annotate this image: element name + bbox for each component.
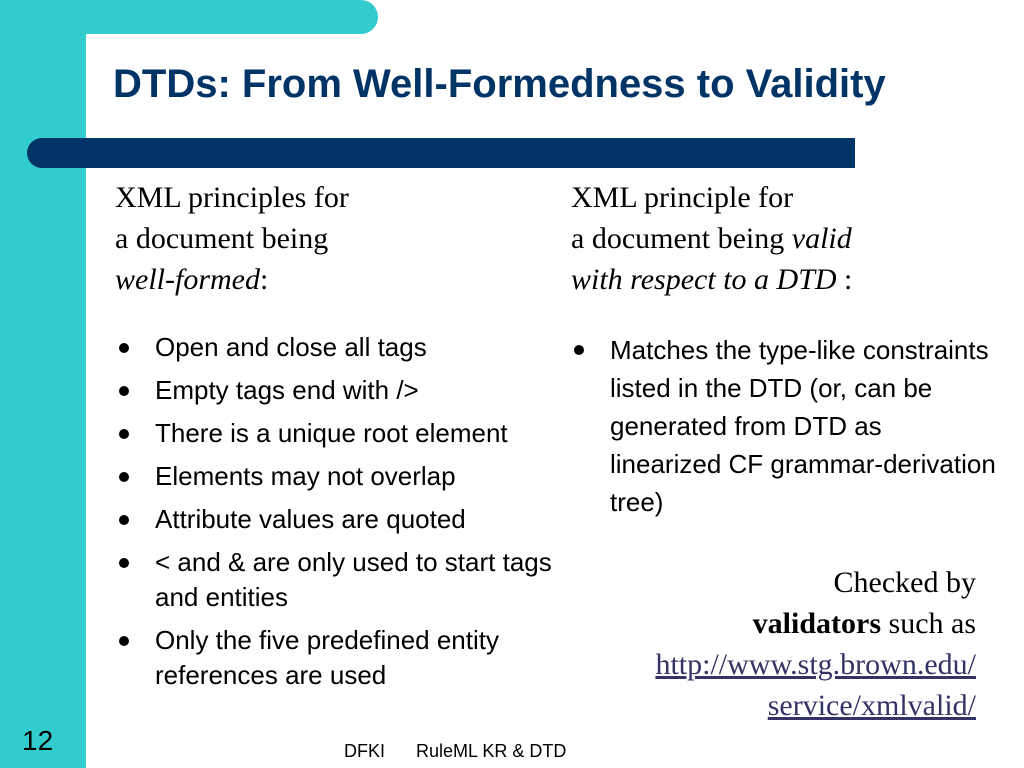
bullet-dot-icon (119, 343, 129, 353)
list-item: < and & are only used to start tags and … (119, 545, 555, 615)
well-formed-bullet-list: Open and close all tags Empty tags end w… (119, 330, 555, 701)
right-heading-tail: : (836, 263, 853, 296)
title-rule-bar (27, 138, 855, 168)
left-column-heading: XML principles for a document being well… (115, 177, 349, 300)
right-column-heading: XML principle for a document being valid… (571, 177, 852, 300)
right-heading-line2: a document being (571, 222, 792, 255)
left-heading-emphasis: well-formed (115, 263, 260, 296)
left-heading-tail: : (259, 263, 269, 296)
list-item: Attribute values are quoted (119, 502, 555, 537)
right-heading-valid: valid (791, 222, 852, 255)
such-as-text: such as (881, 607, 976, 640)
validator-link-line2[interactable]: service/xmlvalid/ (768, 689, 976, 722)
bullet-text: Only the five predefined entity referenc… (155, 625, 499, 690)
right-heading-line1: XML principle for (571, 181, 794, 214)
list-item: Only the five predefined entity referenc… (119, 623, 555, 693)
bullet-text: Empty tags end with /> (155, 375, 419, 405)
list-item: Elements may not overlap (119, 459, 555, 494)
bullet-text: Elements may not overlap (155, 461, 456, 491)
top-frame-bar (0, 0, 378, 34)
bullet-dot-icon (119, 636, 129, 646)
footer-org: DFKI (344, 741, 386, 761)
checked-by-text: Checked by (833, 566, 976, 599)
validators-note: Checked by validators such as http://www… (655, 562, 976, 726)
left-frame-bar (0, 0, 86, 768)
footer-topic: RuleML KR & DTD (416, 741, 567, 761)
bullet-dot-icon (119, 472, 129, 482)
bullet-dot-icon (574, 345, 584, 355)
bullet-dot-icon (119, 558, 129, 568)
bullet-text: Attribute values are quoted (155, 504, 466, 534)
valid-bullet-list: Matches the type-like constraints listed… (574, 331, 1000, 521)
bullet-text: < and & are only used to start tags and … (155, 547, 552, 612)
bullet-dot-icon (119, 515, 129, 525)
slide-title: DTDs: From Well-Formedness to Validity (113, 62, 886, 106)
list-item: Open and close all tags (119, 330, 555, 365)
bullet-dot-icon (119, 429, 129, 439)
list-item: Empty tags end with /> (119, 373, 555, 408)
list-item: There is a unique root element (119, 416, 555, 451)
bullet-dot-icon (119, 386, 129, 396)
right-heading-line3: with respect to a DTD (571, 263, 837, 296)
bullet-text: Open and close all tags (155, 332, 427, 362)
left-heading-line2: a document being (115, 222, 329, 255)
list-item: Matches the type-like constraints listed… (574, 331, 1000, 521)
bullet-text: There is a unique root element (155, 418, 508, 448)
left-heading-line1: XML principles for (115, 181, 349, 214)
validator-link-line1[interactable]: http://www.stg.brown.edu/ (655, 648, 976, 681)
slide-number: 12 (22, 725, 54, 756)
validators-bold: validators (752, 607, 882, 640)
bullet-text: Matches the type-like constraints listed… (610, 335, 996, 517)
